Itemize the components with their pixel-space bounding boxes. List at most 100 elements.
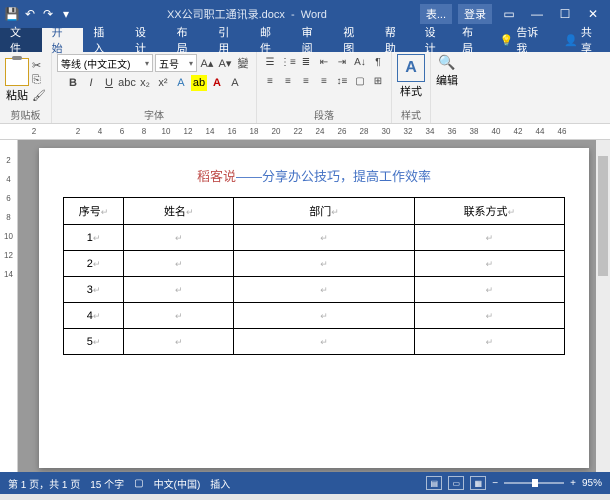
share-button[interactable]: 👤共享 bbox=[556, 28, 610, 52]
page-scroll[interactable]: 稻客说——分享办公技巧，提高工作效率 序号↵姓名↵部门↵联系方式↵ 1↵↵↵↵2… bbox=[18, 140, 610, 472]
tell-me-button[interactable]: 💡告诉我 bbox=[492, 28, 557, 52]
tab-table-design[interactable]: 设计 bbox=[417, 28, 455, 52]
table-cell[interactable]: ↵ bbox=[414, 251, 564, 277]
grow-font-icon[interactable]: A▴ bbox=[199, 55, 215, 71]
strike-button[interactable]: abc bbox=[119, 75, 135, 91]
table-header[interactable]: 联系方式↵ bbox=[414, 198, 564, 225]
table-cell[interactable]: ↵ bbox=[414, 225, 564, 251]
close-icon[interactable]: ✕ bbox=[580, 4, 606, 24]
ribbon-options-icon[interactable]: ▭ bbox=[496, 4, 522, 24]
justify-icon[interactable]: ≡ bbox=[316, 73, 332, 89]
indent-inc-icon[interactable]: ⇥ bbox=[334, 54, 350, 70]
table-cell[interactable]: ↵ bbox=[234, 251, 414, 277]
format-painter-icon[interactable]: 🖌 bbox=[32, 89, 46, 102]
tab-table-layout[interactable]: 布局 bbox=[454, 28, 492, 52]
tab-insert[interactable]: 插入 bbox=[83, 28, 125, 52]
shading-icon[interactable]: ▢ bbox=[352, 73, 368, 89]
tab-references[interactable]: 引用 bbox=[208, 28, 250, 52]
tab-design[interactable]: 设计 bbox=[125, 28, 167, 52]
char-border-icon[interactable]: A bbox=[227, 75, 243, 91]
undo-icon[interactable]: ↶ bbox=[22, 6, 38, 22]
numbering-icon[interactable]: ⋮≡ bbox=[280, 54, 296, 70]
table-cell[interactable]: ↵ bbox=[414, 277, 564, 303]
tab-home[interactable]: 开始 bbox=[42, 28, 84, 52]
indent-dec-icon[interactable]: ⇤ bbox=[316, 54, 332, 70]
maximize-icon[interactable]: ☐ bbox=[552, 4, 578, 24]
sort-icon[interactable]: A↓ bbox=[352, 54, 368, 70]
table-cell[interactable]: ↵ bbox=[414, 303, 564, 329]
subscript-button[interactable]: x₂ bbox=[137, 75, 153, 91]
table-cell[interactable]: ↵ bbox=[124, 225, 234, 251]
print-layout-icon[interactable]: ▤ bbox=[426, 476, 442, 490]
vertical-scrollbar[interactable] bbox=[596, 140, 610, 472]
table-header[interactable]: 序号↵ bbox=[64, 198, 124, 225]
language-indicator[interactable]: 中文(中国) bbox=[154, 476, 201, 491]
login-button[interactable]: 登录 bbox=[458, 4, 492, 24]
zoom-in-button[interactable]: + bbox=[570, 478, 576, 489]
table-cell[interactable]: ↵ bbox=[124, 329, 234, 355]
vertical-ruler[interactable]: 2468101214 bbox=[0, 140, 18, 472]
web-layout-icon[interactable]: ▦ bbox=[470, 476, 486, 490]
table-tools-tab[interactable]: 表... bbox=[420, 4, 452, 24]
paste-button[interactable]: 粘贴 bbox=[5, 58, 29, 103]
table-cell[interactable]: 2↵ bbox=[64, 251, 124, 277]
tab-mailings[interactable]: 邮件 bbox=[250, 28, 292, 52]
table-cell[interactable]: 4↵ bbox=[64, 303, 124, 329]
table-header[interactable]: 部门↵ bbox=[234, 198, 414, 225]
cut-icon[interactable]: ✂ bbox=[32, 59, 46, 72]
multilevel-icon[interactable]: ≣ bbox=[298, 54, 314, 70]
tab-layout[interactable]: 布局 bbox=[167, 28, 209, 52]
qat-more-icon[interactable]: ▾ bbox=[58, 6, 74, 22]
shrink-font-icon[interactable]: A▾ bbox=[217, 55, 233, 71]
horizontal-ruler[interactable]: 2246810121416182022242628303234363840424… bbox=[0, 124, 610, 140]
zoom-out-button[interactable]: − bbox=[492, 478, 498, 489]
table-cell[interactable]: ↵ bbox=[124, 303, 234, 329]
copy-icon[interactable]: ⎘ bbox=[32, 74, 46, 87]
table-cell[interactable]: ↵ bbox=[124, 277, 234, 303]
italic-button[interactable]: I bbox=[83, 75, 99, 91]
employee-table[interactable]: 序号↵姓名↵部门↵联系方式↵ 1↵↵↵↵2↵↵↵↵3↵↵↵↵4↵↵↵↵5↵↵↵↵ bbox=[63, 197, 565, 355]
table-cell[interactable]: ↵ bbox=[234, 277, 414, 303]
table-cell[interactable]: ↵ bbox=[414, 329, 564, 355]
text-effects-icon[interactable]: A bbox=[173, 75, 189, 91]
tab-review[interactable]: 审阅 bbox=[292, 28, 334, 52]
bullets-icon[interactable]: ☰ bbox=[262, 54, 278, 70]
save-icon[interactable]: 💾 bbox=[4, 6, 20, 22]
zoom-slider[interactable] bbox=[504, 482, 564, 484]
styles-icon[interactable]: A bbox=[397, 54, 425, 82]
redo-icon[interactable]: ↷ bbox=[40, 6, 56, 22]
font-color-icon[interactable]: A bbox=[209, 75, 225, 91]
tab-view[interactable]: 视图 bbox=[333, 28, 375, 52]
table-cell[interactable]: 3↵ bbox=[64, 277, 124, 303]
table-cell[interactable]: ↵ bbox=[234, 303, 414, 329]
table-cell[interactable]: ↵ bbox=[124, 251, 234, 277]
scroll-thumb[interactable] bbox=[598, 156, 608, 276]
font-size-combo[interactable]: 五号▾ bbox=[155, 54, 197, 72]
show-marks-icon[interactable]: ¶ bbox=[370, 54, 386, 70]
table-cell[interactable]: ↵ bbox=[234, 225, 414, 251]
phonetic-icon[interactable]: 變 bbox=[235, 55, 251, 71]
find-icon[interactable]: 🔍 bbox=[438, 54, 455, 71]
table-cell[interactable]: ↵ bbox=[234, 329, 414, 355]
tab-help[interactable]: 帮助 bbox=[375, 28, 417, 52]
line-spacing-icon[interactable]: ↕≡ bbox=[334, 73, 350, 89]
zoom-level[interactable]: 95% bbox=[582, 478, 602, 489]
highlight-icon[interactable]: ab bbox=[191, 75, 207, 91]
minimize-icon[interactable]: — bbox=[524, 4, 550, 24]
borders-icon[interactable]: ⊞ bbox=[370, 73, 386, 89]
table-cell[interactable]: 1↵ bbox=[64, 225, 124, 251]
tab-file[interactable]: 文件 bbox=[0, 28, 42, 52]
table-header[interactable]: 姓名↵ bbox=[124, 198, 234, 225]
table-cell[interactable]: 5↵ bbox=[64, 329, 124, 355]
superscript-button[interactable]: x² bbox=[155, 75, 171, 91]
align-center-icon[interactable]: ≡ bbox=[280, 73, 296, 89]
bold-button[interactable]: B bbox=[65, 75, 81, 91]
page-indicator[interactable]: 第 1 页，共 1 页 bbox=[8, 476, 80, 491]
underline-button[interactable]: U bbox=[101, 75, 117, 91]
align-right-icon[interactable]: ≡ bbox=[298, 73, 314, 89]
read-mode-icon[interactable]: ▭ bbox=[448, 476, 464, 490]
spellcheck-icon[interactable]: ▢ bbox=[134, 478, 143, 489]
font-name-combo[interactable]: 等线 (中文正文)▾ bbox=[57, 54, 153, 72]
insert-mode[interactable]: 插入 bbox=[210, 476, 230, 491]
word-count[interactable]: 15 个字 bbox=[90, 476, 124, 491]
